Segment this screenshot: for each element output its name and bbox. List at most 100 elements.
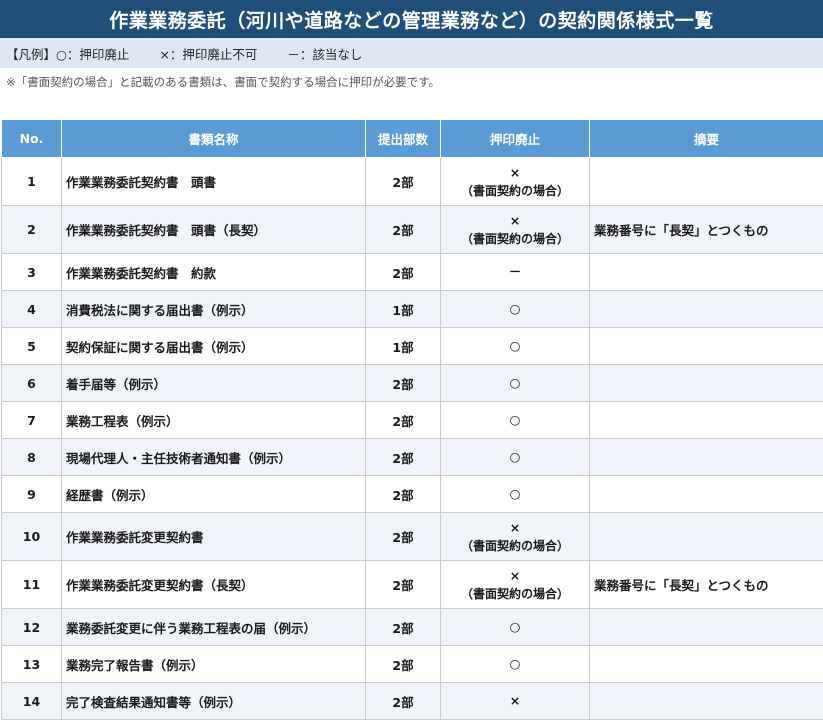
- document-name: 経歴書（例示）: [61, 475, 366, 513]
- table-row: 11 作業業務委託変更契約書（長契） 2部 × （書面契約の場合） 業務番号に「長契」とつ…: [1, 560, 823, 609]
- seal-mark: ×: [509, 212, 521, 228]
- table-row: 9 経歴書（例示） 2部 ○: [1, 475, 823, 513]
- seal-status: ○: [440, 327, 590, 365]
- legend-label: 【凡例】: [6, 46, 57, 62]
- header-no: No.: [1, 119, 62, 158]
- row-number: 12: [1, 608, 62, 646]
- seal-mark: ○: [509, 486, 521, 502]
- seal-mark: －: [508, 264, 522, 280]
- table-row: 5 契約保証に関する届出書（例示） 1部 ○: [1, 327, 823, 365]
- header-seal-abolition: 押印廃止: [440, 119, 590, 158]
- document-name: 作業業務委託変更契約書: [61, 512, 366, 561]
- notes: 業務番号に「長契」とつくもの: [589, 560, 823, 609]
- copies-count: 1部: [365, 327, 441, 365]
- document-name: 着手届等（例示）: [61, 364, 366, 402]
- copies-count: 2部: [365, 682, 441, 720]
- seal-condition: （書面契約の場合）: [460, 231, 569, 246]
- notes: [589, 512, 823, 561]
- row-number: 7: [1, 401, 62, 439]
- table-row: 7 業務工程表（例示） 2部 ○: [1, 401, 823, 439]
- row-number: 2: [1, 205, 62, 254]
- note-text: ※「書面契約の場合」と記載のある書類は、書面で契約する場合に押印が必要です。: [6, 75, 440, 89]
- document-name: 作業業務委託変更契約書（長契）: [61, 560, 366, 609]
- document-name: 消費税法に関する届出書（例示）: [61, 290, 366, 328]
- seal-mark: ×: [509, 164, 521, 180]
- page-title: 作業業務委託（河川や道路などの管理業務など）の契約関係様式一覧: [0, 0, 823, 38]
- document-name: 業務委託変更に伴う業務工程表の届（例示）: [61, 608, 366, 646]
- document-name: 現場代理人・主任技術者通知書（例示）: [61, 438, 366, 476]
- row-number: 5: [1, 327, 62, 365]
- row-number: 1: [1, 157, 62, 206]
- document-name: 業務完了報告書（例示）: [61, 645, 366, 683]
- copies-count: 2部: [365, 475, 441, 513]
- document-name: 契約保証に関する届出書（例示）: [61, 327, 366, 365]
- row-number: 11: [1, 560, 62, 609]
- header-notes: 摘要: [589, 119, 823, 158]
- copies-count: 2部: [365, 438, 441, 476]
- notes: [589, 290, 823, 328]
- seal-mark: ○: [509, 412, 521, 428]
- row-number: 14: [1, 682, 62, 720]
- table-row: 1 作業業務委託契約書 頭書 2部 × （書面契約の場合）: [1, 157, 823, 206]
- seal-status: ○: [440, 438, 590, 476]
- table-header-row: No. 書類名称 提出部数 押印廃止 摘要: [1, 119, 823, 158]
- notes: [589, 645, 823, 683]
- row-number: 3: [1, 253, 62, 291]
- table-row: 6 着手届等（例示） 2部 ○: [1, 364, 823, 402]
- notes: [589, 327, 823, 365]
- document-name: 作業業務委託契約書 約款: [61, 253, 366, 291]
- copies-count: 2部: [365, 157, 441, 206]
- copies-count: 2部: [365, 205, 441, 254]
- table-row: 10 作業業務委託変更契約書 2部 × （書面契約の場合）: [1, 512, 823, 561]
- copies-count: 2部: [365, 645, 441, 683]
- notes: [589, 364, 823, 402]
- seal-status: × （書面契約の場合）: [440, 560, 590, 609]
- seal-mark: ○: [509, 449, 521, 465]
- legend-item-seal-abolished: ○：押印廃止: [56, 46, 130, 62]
- legend-item-seal-required: ×：押印廃止不可: [159, 46, 258, 62]
- seal-condition: （書面契約の場合）: [460, 586, 569, 601]
- row-number: 10: [1, 512, 62, 561]
- header-document-name: 書類名称: [61, 119, 366, 158]
- copies-count: 2部: [365, 560, 441, 609]
- row-number: 6: [1, 364, 62, 402]
- seal-status: －: [440, 253, 590, 291]
- notes: 業務番号に「長契」とつくもの: [589, 205, 823, 254]
- seal-status: ○: [440, 608, 590, 646]
- table-row: 4 消費税法に関する届出書（例示） 1部 ○: [1, 290, 823, 328]
- document-name: 作業業務委託契約書 頭書: [61, 157, 366, 206]
- seal-status: ○: [440, 290, 590, 328]
- seal-status: ○: [440, 401, 590, 439]
- forms-table: No. 書類名称 提出部数 押印廃止 摘要 1 作業業務委託契約書 頭書 2部 × （書…: [1, 119, 823, 720]
- seal-status: ×: [440, 682, 590, 720]
- row-number: 8: [1, 438, 62, 476]
- document-name: 業務工程表（例示）: [61, 401, 366, 439]
- copies-count: 2部: [365, 401, 441, 439]
- header-copies: 提出部数: [365, 119, 441, 158]
- notes: [589, 475, 823, 513]
- notes: [589, 253, 823, 291]
- notes: [589, 608, 823, 646]
- copies-count: 2部: [365, 364, 441, 402]
- table-row: 14 完了検査結果通知書等（例示） 2部 ×: [1, 682, 823, 720]
- seal-condition: （書面契約の場合）: [460, 183, 569, 198]
- legend-item-not-applicable: －：該当なし: [287, 46, 363, 62]
- legend: 【凡例】 ○：押印廃止 ×：押印廃止不可 －：該当なし: [0, 38, 823, 68]
- copies-count: 2部: [365, 608, 441, 646]
- table-row: 3 作業業務委託契約書 約款 2部 －: [1, 253, 823, 291]
- row-number: 4: [1, 290, 62, 328]
- notes: [589, 438, 823, 476]
- table-row: 8 現場代理人・主任技術者通知書（例示） 2部 ○: [1, 438, 823, 476]
- seal-condition: （書面契約の場合）: [460, 538, 569, 553]
- seal-mark: ×: [509, 567, 521, 583]
- seal-status: ○: [440, 645, 590, 683]
- seal-status: × （書面契約の場合）: [440, 512, 590, 561]
- seal-mark: ×: [509, 693, 521, 709]
- seal-status: × （書面契約の場合）: [440, 157, 590, 206]
- seal-status: × （書面契約の場合）: [440, 205, 590, 254]
- row-number: 13: [1, 645, 62, 683]
- document-name: 作業業務委託契約書 頭書（長契）: [61, 205, 366, 254]
- seal-mark: ○: [509, 338, 521, 354]
- table-row: 13 業務完了報告書（例示） 2部 ○: [1, 645, 823, 683]
- copies-count: 1部: [365, 290, 441, 328]
